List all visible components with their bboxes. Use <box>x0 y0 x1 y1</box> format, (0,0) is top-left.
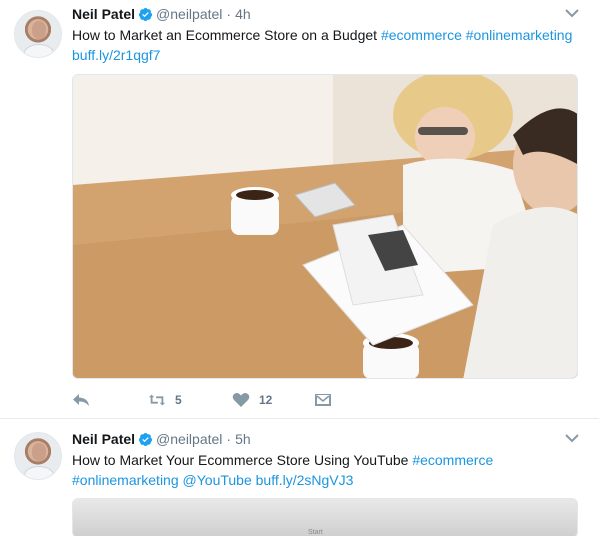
verified-icon <box>138 7 153 21</box>
chevron-down-icon[interactable] <box>565 8 579 18</box>
photo-illustration <box>73 75 577 378</box>
avatar-face <box>32 21 46 39</box>
tweet[interactable]: Neil Patel @neilpatel · 4h How to Market… <box>0 0 599 419</box>
author-name[interactable]: Neil Patel <box>72 431 135 447</box>
tweet-header: Neil Patel @neilpatel · 4h <box>72 6 251 22</box>
tweet-header: Neil Patel @neilpatel · 5h <box>72 431 251 447</box>
tweet-timestamp[interactable]: 5h <box>235 431 251 447</box>
like-count: 12 <box>259 393 273 407</box>
verified-icon <box>138 432 153 446</box>
url-link[interactable]: buff.ly/2sNgVJ3 <box>256 472 354 488</box>
avatar-face <box>32 443 46 461</box>
tweet-body: How to Market Your Ecommerce Store Using… <box>72 452 413 468</box>
separator-dot: · <box>226 431 232 447</box>
author-handle[interactable]: @neilpatel <box>156 6 222 22</box>
url-link[interactable]: buff.ly/2r1qgf7 <box>72 47 160 63</box>
tweet-text: How to Market Your Ecommerce Store Using… <box>72 450 587 490</box>
avatar-shirt <box>24 44 54 57</box>
tweet-image[interactable] <box>72 74 578 379</box>
retweet-button[interactable]: 5 <box>148 390 232 410</box>
hashtag-link[interactable]: #onlinemarketing <box>466 27 573 43</box>
reply-icon <box>73 394 89 406</box>
direct-message-icon <box>315 394 331 406</box>
retweet-icon <box>148 394 166 406</box>
avatar[interactable] <box>14 432 62 480</box>
separator-dot: · <box>226 6 232 22</box>
author-handle[interactable]: @neilpatel <box>156 431 222 447</box>
reply-button[interactable] <box>72 390 148 410</box>
chevron-down-icon[interactable] <box>565 433 579 443</box>
tweet-text: How to Market an Ecommerce Store on a Bu… <box>72 25 587 65</box>
mention-link[interactable]: @YouTube <box>183 472 252 488</box>
direct-message-button[interactable] <box>314 390 344 410</box>
avatar-shirt <box>24 466 54 479</box>
tweet-image[interactable]: Start <box>72 498 578 536</box>
hashtag-link[interactable]: #ecommerce <box>412 452 493 468</box>
author-name[interactable]: Neil Patel <box>72 6 135 22</box>
tweet-body: How to Market an Ecommerce Store on a Bu… <box>72 27 381 43</box>
like-button[interactable]: 12 <box>232 390 314 410</box>
retweet-count: 5 <box>175 393 182 407</box>
hashtag-link[interactable]: #ecommerce <box>381 27 462 43</box>
avatar[interactable] <box>14 10 62 58</box>
hashtag-link[interactable]: #onlinemarketing <box>72 472 179 488</box>
tweet-actions: 5 12 <box>72 390 344 410</box>
image-overlay-text: Start <box>308 529 323 536</box>
tweet-timestamp[interactable]: 4h <box>235 6 251 22</box>
like-icon <box>232 393 250 407</box>
